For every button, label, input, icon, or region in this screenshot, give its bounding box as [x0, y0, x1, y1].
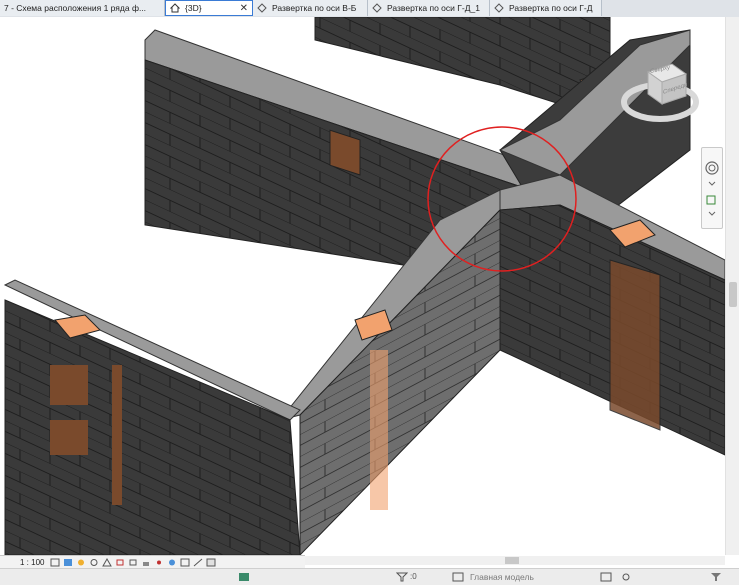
selection-count: :0 [410, 572, 417, 581]
viewcube-icon [621, 63, 699, 122]
tab-elevation-v-b[interactable]: Развертка по оси В-Б [253, 0, 368, 16]
tab-sheet-7[interactable]: 7 - Схема расположения 1 ряда ф... [0, 0, 165, 16]
sun-path-icon[interactable] [76, 558, 86, 567]
workset-icon[interactable] [238, 572, 250, 582]
select-pinned-icon[interactable] [620, 572, 632, 582]
scroll-thumb[interactable] [505, 557, 519, 564]
view-scale[interactable]: 1 : 100 [0, 558, 50, 567]
lock-3d-view-icon[interactable] [141, 558, 151, 567]
elevation-icon [257, 3, 267, 13]
worksharing-icon[interactable] [180, 558, 190, 567]
elevation-icon [494, 3, 504, 13]
navigation-bar [701, 147, 723, 229]
shadows-icon[interactable] [89, 558, 99, 567]
filter-icon[interactable] [396, 572, 408, 582]
tab-3d-view[interactable]: {3D} ✕ [165, 0, 253, 16]
reveal-hidden-icon[interactable] [167, 558, 177, 567]
tab-elevation-g-d[interactable]: Развертка по оси Г-Д [490, 0, 602, 16]
view-tab-bar: 7 - Схема расположения 1 ряда ф... {3D} … [0, 0, 739, 18]
highlight-displacement-icon[interactable] [206, 558, 216, 567]
link-icon[interactable] [600, 572, 612, 582]
filter-selection-icon[interactable] [710, 572, 722, 582]
horizontal-scrollbar[interactable] [305, 556, 725, 565]
render-icon[interactable] [102, 558, 113, 567]
home-icon [170, 3, 180, 13]
tab-label: Развертка по оси Г-Д [509, 3, 593, 13]
temporary-hide-icon[interactable] [154, 558, 164, 567]
crop-view-icon[interactable] [115, 558, 125, 567]
elevation-icon [372, 3, 382, 13]
tab-label: 7 - Схема расположения 1 ряда ф... [4, 3, 147, 13]
tab-label: Развертка по оси Г-Д_1 [387, 3, 480, 13]
active-model-label[interactable]: Главная модель [470, 572, 534, 582]
tab-elevation-g-d-1[interactable]: Развертка по оси Г-Д_1 [368, 0, 490, 16]
3d-viewport[interactable]: Сверху Спереди [0, 17, 739, 555]
scroll-thumb[interactable] [729, 282, 737, 307]
analytical-model-icon[interactable] [193, 558, 203, 567]
status-bar: :0 Главная модель [0, 568, 739, 585]
view-control-bar: 1 : 100 [0, 555, 305, 569]
detail-level-icon[interactable] [50, 558, 60, 567]
tab-label: Развертка по оси В-Б [272, 3, 357, 13]
model-icon[interactable] [452, 572, 464, 582]
navigation-icons [705, 161, 719, 216]
tab-label: {3D} [185, 3, 202, 13]
viewcube[interactable]: Сверху Спереди [620, 52, 700, 132]
close-tab-icon[interactable]: ✕ [240, 3, 248, 14]
vertical-scrollbar[interactable] [725, 17, 739, 555]
show-crop-icon[interactable] [128, 558, 138, 567]
visual-style-icon[interactable] [63, 558, 73, 567]
